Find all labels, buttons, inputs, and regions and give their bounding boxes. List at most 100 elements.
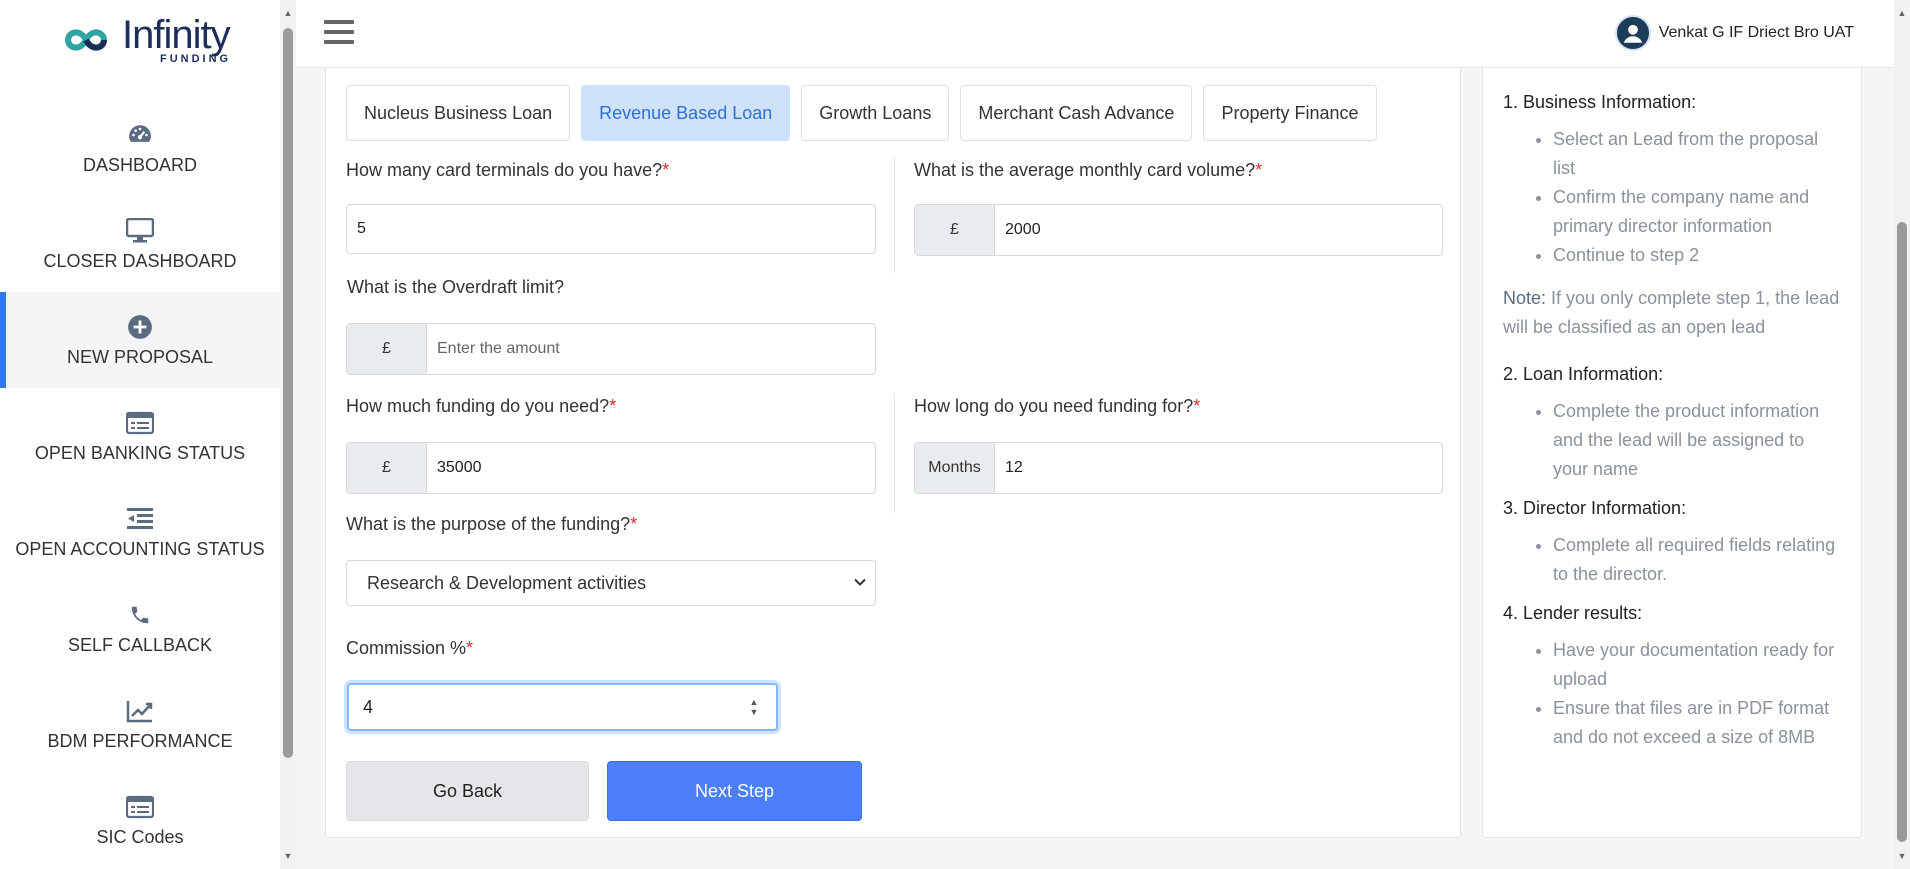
help-section-title: 4. Lender results:: [1503, 603, 1643, 623]
commission-label: Commission %*: [346, 638, 474, 658]
help-item: Have your documentation ready for upload: [1553, 636, 1841, 694]
tab-growth-loans[interactable]: Growth Loans: [801, 85, 950, 141]
tab-merchant-cash-advance[interactable]: Merchant Cash Advance: [960, 85, 1193, 141]
tab-property-finance[interactable]: Property Finance: [1203, 85, 1377, 141]
sidebar-item-label: CLOSER DASHBOARD: [43, 250, 237, 271]
help-note: Note: If you only complete step 1, the l…: [1503, 288, 1840, 337]
sidebar-scrollbar-thumb[interactable]: [283, 28, 293, 758]
sidebar: Infinity FUNDING DASHBOARD CLOSER DASHBO…: [0, 0, 280, 869]
funding-amount-value: 35000: [437, 459, 482, 476]
sidebar-item-closer-dashboard[interactable]: CLOSER DASHBOARD: [0, 196, 280, 292]
help-panel: 1. Business Information: Select an Lead …: [1482, 68, 1862, 838]
funding-duration-input[interactable]: Months 12: [914, 442, 1443, 494]
page-scrollbar[interactable]: ▲ ▼: [1894, 0, 1910, 869]
card-icon: [126, 409, 154, 437]
scroll-down-arrow-icon[interactable]: ▼: [283, 851, 293, 861]
scroll-up-arrow-icon[interactable]: ▲: [283, 8, 293, 18]
monitor-icon: [126, 217, 154, 245]
funding-duration-label: How long do you need funding for?*: [914, 396, 1201, 416]
currency-addon: £: [915, 205, 995, 255]
phone-icon: [126, 601, 154, 629]
help-item: Complete all required fields relating to…: [1553, 531, 1841, 589]
sidebar-item-label: BDM PERFORMANCE: [47, 730, 233, 751]
help-section-list: Complete the product information and the…: [1503, 397, 1841, 484]
help-item: Complete the product information and the…: [1553, 397, 1841, 484]
next-step-button[interactable]: Next Step: [607, 761, 862, 821]
card-terminals-label: How many card terminals do you have?*: [346, 160, 670, 180]
logo-title: Infinity: [122, 13, 231, 57]
avatar: [1614, 15, 1651, 51]
help-item: Select an Lead from the proposal list: [1553, 125, 1841, 183]
help-item: Continue to step 2: [1553, 241, 1841, 270]
overdraft-label: What is the Overdraft limit?: [347, 277, 565, 297]
help-note-label: Note:: [1503, 288, 1547, 308]
help-item: Confirm the company name and primary dir…: [1553, 183, 1841, 241]
page-scrollbar-thumb[interactable]: [1897, 222, 1907, 842]
commission-value: 4: [363, 696, 374, 717]
sidebar-scrollbar[interactable]: ▲ ▼: [280, 0, 296, 869]
help-item: Ensure that files are in PDF format and …: [1553, 694, 1841, 752]
user-name: Venkat G IF Driect Bro UAT: [1658, 24, 1854, 41]
user-icon: [1623, 24, 1642, 43]
plus-circle-icon: [126, 313, 154, 341]
sidebar-item-label: DASHBOARD: [82, 154, 198, 175]
sidebar-item-label: SIC Codes: [96, 826, 184, 847]
currency-addon: £: [347, 324, 427, 374]
overdraft-input[interactable]: £ Enter the amount: [346, 323, 876, 375]
currency-addon: £: [347, 443, 427, 493]
table-list-icon: [126, 793, 154, 821]
funding-purpose-select[interactable]: Research & Development activities: [346, 560, 876, 606]
sidebar-item-label: OPEN BANKING STATUS: [34, 442, 246, 463]
help-section-title: 2. Loan Information:: [1503, 364, 1664, 384]
overdraft-placeholder: Enter the amount: [437, 340, 560, 357]
monthly-card-volume-input[interactable]: £ 2000: [914, 204, 1443, 256]
number-spinner-icon[interactable]: ▲ ▼: [748, 697, 760, 719]
scroll-down-arrow-icon[interactable]: ▼: [1897, 851, 1907, 861]
sidebar-item-sic-codes[interactable]: SIC Codes: [0, 772, 280, 868]
tab-nucleus-business-loan[interactable]: Nucleus Business Loan: [346, 85, 571, 141]
card-terminals-value: 5: [357, 220, 366, 237]
commission-input[interactable]: 4 ▲ ▼: [347, 683, 778, 731]
sidebar-item-dashboard[interactable]: DASHBOARD: [0, 100, 280, 196]
help-section-title: 1. Business Information:: [1503, 92, 1697, 112]
sidebar-item-label: OPEN ACCOUNTING STATUS: [15, 538, 265, 559]
funding-amount-label: How much funding do you need?*: [346, 396, 617, 416]
go-back-button[interactable]: Go Back: [346, 761, 589, 821]
infinity-funding-logo[interactable]: Infinity FUNDING: [48, 12, 231, 68]
user-menu[interactable]: Venkat G IF Driect Bro UAT: [1614, 15, 1854, 51]
product-tabs: Nucleus Business Loan Revenue Based Loan…: [346, 85, 1388, 141]
scroll-up-arrow-icon[interactable]: ▲: [1897, 8, 1907, 18]
top-bar: Venkat G IF Driect Bro UAT: [296, 0, 1894, 68]
monthly-card-volume-value: 2000: [1005, 221, 1041, 238]
logo-subtitle: FUNDING: [160, 53, 232, 65]
sidebar-nav: DASHBOARD CLOSER DASHBOARD NEW PROPOSAL …: [0, 100, 280, 868]
chart-line-icon: [126, 697, 154, 725]
funding-purpose-label: What is the purpose of the funding?*: [346, 514, 638, 534]
loan-form-card: Nucleus Business Loan Revenue Based Loan…: [325, 68, 1461, 838]
sidebar-item-label: SELF CALLBACK: [67, 634, 213, 655]
sidebar-item-label: NEW PROPOSAL: [66, 346, 214, 367]
funding-amount-input[interactable]: £ 35000: [346, 442, 876, 494]
funding-purpose-selected: Research & Development activities: [367, 572, 647, 593]
sidebar-item-open-accounting-status[interactable]: OPEN ACCOUNTING STATUS: [0, 484, 280, 580]
monthly-card-volume-label: What is the average monthly card volume?…: [914, 160, 1263, 180]
column-divider: [894, 393, 895, 513]
funding-duration-value: 12: [1005, 459, 1023, 476]
sidebar-item-bdm-performance[interactable]: BDM PERFORMANCE: [0, 676, 280, 772]
infinity-logo-icon: [64, 29, 108, 51]
help-section-list: Have your documentation ready for upload…: [1503, 636, 1841, 752]
card-terminals-input[interactable]: 5: [346, 204, 876, 254]
sidebar-item-open-banking-status[interactable]: OPEN BANKING STATUS: [0, 388, 280, 484]
sidebar-item-new-proposal[interactable]: NEW PROPOSAL: [0, 292, 280, 388]
sidebar-item-self-callback[interactable]: SELF CALLBACK: [0, 580, 280, 676]
months-addon: Months: [915, 443, 995, 493]
help-section-title: 3. Director Information:: [1503, 498, 1687, 518]
tab-revenue-based-loan[interactable]: Revenue Based Loan: [581, 85, 791, 141]
help-section-list: Select an Lead from the proposal list Co…: [1503, 125, 1841, 270]
help-section-list: Complete all required fields relating to…: [1503, 531, 1841, 589]
dashboard-gauge-icon: [126, 121, 154, 149]
chevron-down-icon: [854, 578, 866, 586]
indent-list-icon: [126, 505, 154, 533]
column-divider: [894, 158, 895, 273]
hamburger-menu-icon[interactable]: [324, 20, 354, 46]
